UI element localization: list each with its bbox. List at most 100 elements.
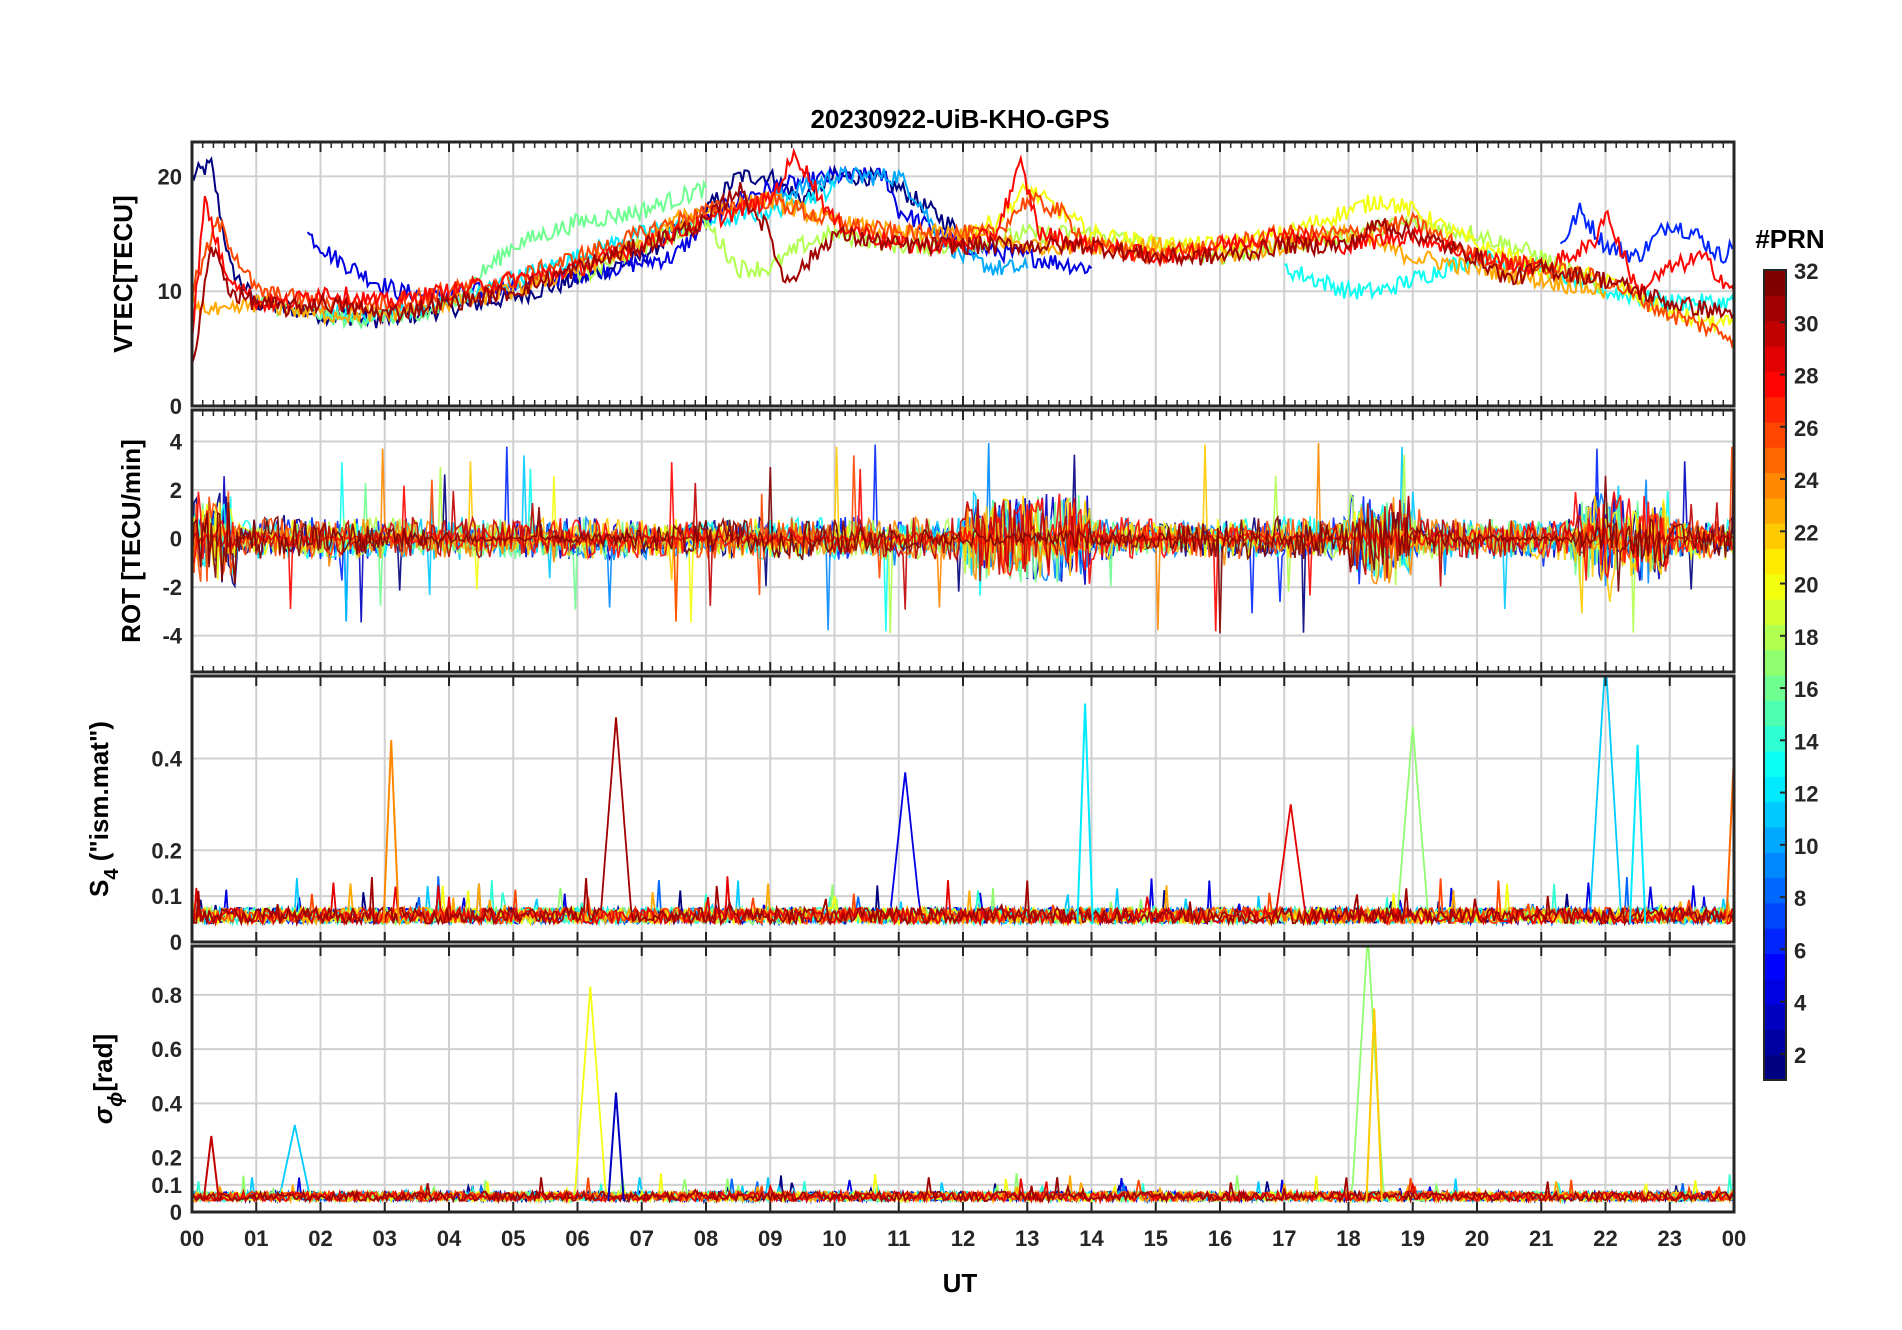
y-tick-label: 0.8 <box>151 983 182 1008</box>
y-axis-label: S4 ("ism.mat") <box>84 721 123 897</box>
y-tick-label: 0.2 <box>151 1146 182 1171</box>
y-tick-label: 0 <box>170 930 182 955</box>
colorbar-tick-label: 28 <box>1794 364 1818 389</box>
colorbar-segment <box>1764 345 1786 372</box>
x-tick-label: 21 <box>1529 1226 1553 1251</box>
colorbar-segment <box>1764 725 1786 752</box>
x-tick-label: 01 <box>244 1226 268 1251</box>
colorbar-tick-label: 30 <box>1794 311 1818 336</box>
colorbar-tick-label: 8 <box>1794 886 1806 911</box>
x-tick-label: 06 <box>565 1226 589 1251</box>
colorbar-segment <box>1764 270 1786 296</box>
colorbar-segment <box>1764 523 1786 550</box>
y-axis-label: VTEC[TECU] <box>108 195 138 352</box>
colorbar-segment <box>1764 1004 1786 1030</box>
y-tick-label: 0 <box>170 1200 182 1225</box>
y-tick-label: 4 <box>170 430 183 455</box>
panel-rot: -4 -2 0 2 4 ROT [TECU/min] <box>116 408 1736 674</box>
colorbar-segment <box>1764 750 1786 777</box>
colorbar-tick-label: 16 <box>1794 677 1818 702</box>
figure: 20230922-UiB-KHO-GPS 01020VTEC[TECU]-4-2… <box>84 104 1825 1298</box>
colorbar-segment <box>1764 599 1786 625</box>
colorbar-segment <box>1764 396 1786 423</box>
colorbar-segment <box>1764 877 1786 904</box>
colorbar-tick-label: 26 <box>1794 416 1818 441</box>
colorbar-segment <box>1764 826 1786 853</box>
x-tick-label: 05 <box>501 1226 525 1251</box>
colorbar-segment <box>1764 497 1786 524</box>
colorbar-tick-label: 2 <box>1794 1043 1806 1068</box>
colorbar-tick-label: 20 <box>1794 573 1818 598</box>
colorbar-segment <box>1764 295 1786 322</box>
colorbar-segment <box>1764 953 1786 980</box>
x-tick-label: 23 <box>1658 1226 1682 1251</box>
colorbar-tick-label: 22 <box>1794 520 1818 545</box>
colorbar-tick-label: 18 <box>1794 625 1818 650</box>
y-tick-label: 0.4 <box>151 747 182 772</box>
y-tick-label: 0 <box>170 394 182 419</box>
x-tick-label: 15 <box>1144 1226 1168 1251</box>
y-tick-label: 10 <box>158 279 182 304</box>
colorbar-segment <box>1764 320 1786 347</box>
colorbar-segment <box>1764 852 1786 879</box>
colorbar-tick-label: 4 <box>1794 991 1807 1016</box>
x-tick-label: 08 <box>694 1226 718 1251</box>
y-tick-label: 0.2 <box>151 838 182 863</box>
x-tick-label: 14 <box>1079 1226 1104 1251</box>
y-tick-label: 0.1 <box>151 884 182 909</box>
x-tick-label: 18 <box>1336 1226 1360 1251</box>
colorbar-tick-label: 10 <box>1794 834 1818 859</box>
panel-vtec: 0 10 20 VTEC[TECU] <box>108 140 1736 419</box>
x-tick-label: 00 <box>1722 1226 1746 1251</box>
colorbar-label: #PRN <box>1755 224 1824 254</box>
x-tick-label: 22 <box>1593 1226 1617 1251</box>
colorbar: 2468101214161820222426283032 <box>1763 259 1819 1081</box>
chart-title: 20230922-UiB-KHO-GPS <box>810 104 1109 134</box>
x-tick-label: 04 <box>437 1226 462 1251</box>
x-tick-label: 11 <box>887 1226 910 1251</box>
colorbar-segment <box>1764 1054 1786 1081</box>
x-tick-label: 13 <box>1015 1226 1039 1251</box>
colorbar-tick-label: 32 <box>1794 259 1818 284</box>
colorbar-segment <box>1764 447 1786 474</box>
x-tick-label: 07 <box>630 1226 654 1251</box>
x-tick-label: 17 <box>1272 1226 1296 1251</box>
x-tick-label: 03 <box>373 1226 397 1251</box>
x-tick-label: 19 <box>1401 1226 1425 1251</box>
colorbar-segment <box>1764 649 1786 676</box>
y-tick-label: 2 <box>170 478 182 503</box>
colorbar-tick-label: 14 <box>1794 729 1819 754</box>
colorbar-segment <box>1764 421 1786 448</box>
x-axis-label: UT <box>943 1268 978 1298</box>
x-tick-label: 12 <box>951 1226 975 1251</box>
y-tick-label: -4 <box>162 624 182 649</box>
y-tick-label: 20 <box>158 164 182 189</box>
colorbar-segment <box>1764 902 1786 929</box>
panel-sigma-phi: 00.10.2 0.4 0.6 0.8 σϕ[rad] <box>88 944 1736 1225</box>
x-tick-label: 16 <box>1208 1226 1232 1251</box>
colorbar-tick-label: 12 <box>1794 782 1818 807</box>
colorbar-segment <box>1764 573 1786 600</box>
y-axis-label: ROT [TECU/min] <box>116 439 146 643</box>
y-tick-label: -2 <box>162 575 182 600</box>
y-tick-label: 0.1 <box>151 1173 182 1198</box>
x-tick-label: 02 <box>308 1226 332 1251</box>
colorbar-segment <box>1764 624 1786 651</box>
colorbar-segment <box>1764 548 1786 575</box>
panel-s4: 0 0.1 0.2 0.4 S4 ("ism.mat") <box>84 674 1736 955</box>
y-tick-label: 0.6 <box>151 1037 182 1062</box>
y-tick-label: 0.4 <box>151 1091 182 1116</box>
panels: 01020VTEC[TECU]-4-2024ROT [TECU/min]00.1… <box>84 140 1746 1251</box>
x-tick-label: 10 <box>822 1226 846 1251</box>
x-tick-label: 20 <box>1465 1226 1489 1251</box>
x-tick-label: 09 <box>758 1226 782 1251</box>
colorbar-segment <box>1764 776 1786 803</box>
colorbar-tick-label: 6 <box>1794 938 1806 963</box>
colorbar-segment <box>1764 801 1786 828</box>
colorbar-tick-label: 24 <box>1794 468 1819 493</box>
y-tick-label: 0 <box>170 527 182 552</box>
x-tick-label: 00 <box>180 1226 204 1251</box>
colorbar-segment <box>1764 472 1786 499</box>
colorbar-segment <box>1764 700 1786 727</box>
colorbar-segment <box>1764 1029 1786 1056</box>
